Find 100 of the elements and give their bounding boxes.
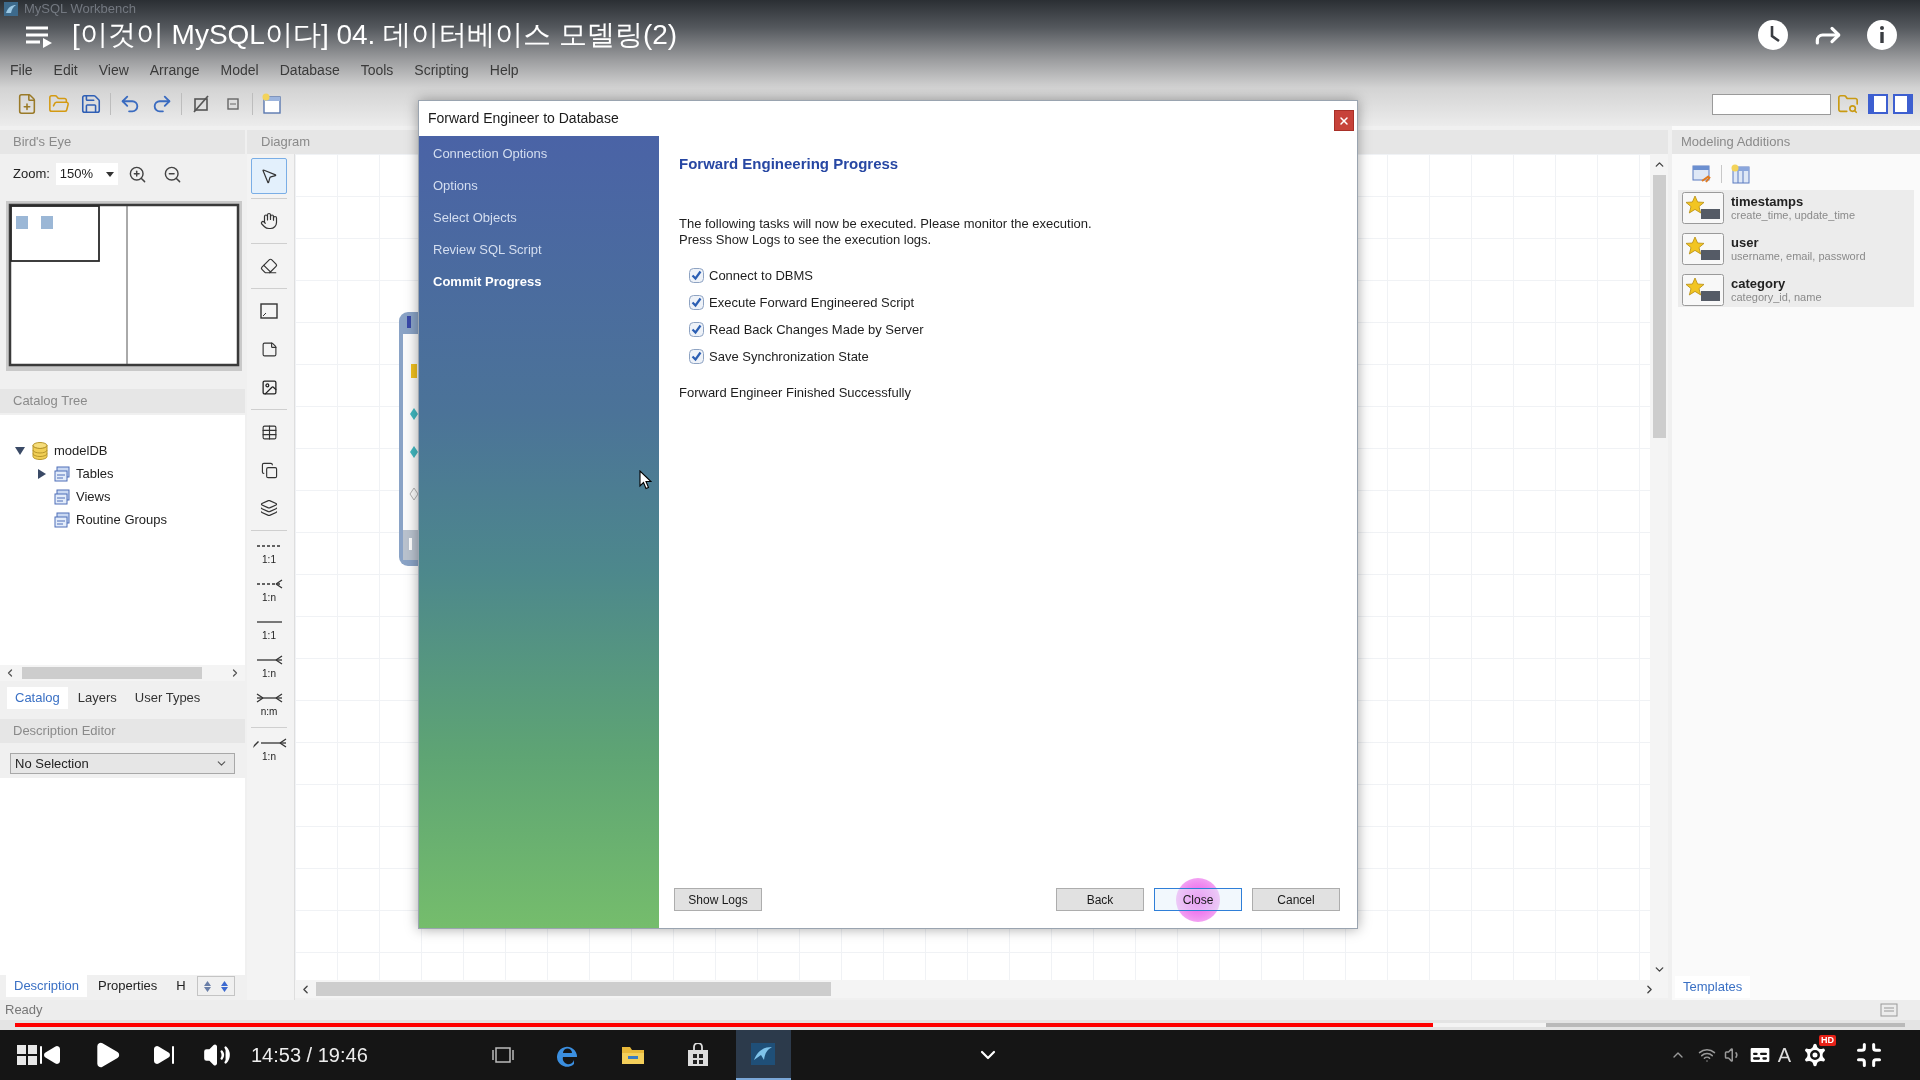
tab[interactable]: H <box>168 975 194 997</box>
dialog-button[interactable]: Back <box>1056 888 1144 911</box>
tab[interactable]: User Types <box>126 687 209 709</box>
wizard-step: Options <box>433 176 478 196</box>
dialog-button[interactable]: Cancel <box>1252 888 1340 911</box>
close-icon <box>1338 114 1350 127</box>
redo-icon[interactable] <box>151 93 173 115</box>
tab[interactable]: Templates <box>1675 976 1751 998</box>
sticky-note-icon <box>260 340 278 358</box>
snippet-name[interactable]: user <box>1731 234 1866 250</box>
hand-icon <box>260 212 278 230</box>
menu-item[interactable]: Tools <box>360 59 394 81</box>
star-tile-icon <box>1682 232 1724 265</box>
scrollbar-thumb[interactable] <box>316 982 831 996</box>
menu-item[interactable]: Arrange <box>149 59 200 81</box>
tree-item[interactable]: modelDB <box>54 440 108 461</box>
input-method-indicator[interactable]: A <box>1777 1040 1791 1070</box>
next-icon[interactable] <box>152 1043 176 1067</box>
vertical-scrollbar[interactable] <box>1650 154 1668 980</box>
selection-dropdown[interactable]: No Selection <box>10 753 235 774</box>
task-label: Connect to DBMS <box>709 266 814 285</box>
menu-item[interactable]: Help <box>489 59 519 81</box>
video-title: [이것이 MySQL이다] 04. 데이터베이스 모델링(2) <box>72 18 678 52</box>
task-label: Execute Forward Engineered Script <box>709 293 915 312</box>
eraser-icon <box>260 257 278 275</box>
collapse-arrow-icon[interactable] <box>15 446 25 455</box>
zoom-dropdown[interactable]: 150% <box>55 163 118 185</box>
minimap-drawing[interactable] <box>6 201 242 371</box>
right-panel-toggle-icon[interactable] <box>1893 94 1913 114</box>
new-diagram-icon[interactable] <box>261 93 283 115</box>
panel-title: Catalog Tree <box>0 389 245 413</box>
relationship-tool-button[interactable]: 1:1 <box>251 535 287 571</box>
relationship-tool-button[interactable]: 1:1 <box>251 611 287 647</box>
layers-icon <box>260 499 278 517</box>
app-icon <box>750 1042 777 1066</box>
folder-icon <box>621 1044 646 1066</box>
table-icon <box>260 423 278 441</box>
zoom-in-icon[interactable] <box>127 164 147 184</box>
tab[interactable]: Layers <box>69 687 125 709</box>
menu-item[interactable]: Edit <box>53 59 78 81</box>
dialog-button[interactable]: Show Logs <box>674 888 762 911</box>
database-icon <box>32 441 48 460</box>
snippet-name[interactable]: timestamps <box>1731 193 1856 209</box>
wizard-step: Commit Progress <box>433 272 542 292</box>
close-button[interactable] <box>1334 110 1354 131</box>
menu-item[interactable]: File <box>10 59 33 81</box>
info-icon[interactable] <box>1866 19 1898 51</box>
undo-icon[interactable] <box>119 93 141 115</box>
menu-item[interactable]: View <box>98 59 129 81</box>
windows-logo-icon[interactable] <box>17 1045 37 1065</box>
dialog-button[interactable]: Close <box>1154 888 1242 911</box>
tab[interactable]: Properties <box>90 975 166 997</box>
save-icon[interactable] <box>80 93 102 115</box>
expand-arrow-icon[interactable] <box>38 468 46 479</box>
menu-item[interactable]: Model <box>220 59 259 81</box>
folder-icon <box>54 488 70 505</box>
scrollbar-thumb[interactable] <box>22 667 202 679</box>
tree-item[interactable]: Routine Groups <box>76 509 168 530</box>
menu-item[interactable]: Scripting <box>414 59 469 81</box>
video-progress-track[interactable] <box>15 1023 1905 1027</box>
relationship-tool-button[interactable]: n:m <box>251 687 287 723</box>
video-time: 14:53 / 19:46 <box>251 1043 368 1068</box>
search-field[interactable] <box>1712 93 1831 115</box>
left-panel-toggle-icon[interactable] <box>1868 94 1888 114</box>
caret-icon <box>105 171 114 177</box>
relationship-tool-button[interactable]: 1:n <box>251 573 287 609</box>
tree-item[interactable]: Views <box>76 486 111 507</box>
relationship-tool-button[interactable]: 1:n <box>251 649 287 685</box>
exit-fullscreen-icon[interactable] <box>1855 1041 1883 1069</box>
wizard-step: Select Objects <box>433 208 517 228</box>
snippet-name[interactable]: category <box>1731 275 1822 291</box>
relationship-tool-button[interactable]: 1:n <box>251 732 287 768</box>
zoom-out-icon[interactable] <box>162 164 182 184</box>
tab-scroll-control[interactable] <box>196 976 235 996</box>
scrollbar-thumb[interactable] <box>1652 175 1666 438</box>
table-node-drawing[interactable] <box>399 312 418 566</box>
horizontal-scrollbar[interactable] <box>0 665 245 681</box>
window-title: MySQL Workbench <box>24 1 136 17</box>
result-text: Forward Engineer Finished Successfully <box>679 384 911 402</box>
tool-button[interactable] <box>251 158 287 194</box>
previous-icon[interactable] <box>38 1043 62 1067</box>
snippet-columns: username, email, password <box>1731 249 1866 263</box>
folder-icon <box>54 511 70 528</box>
pencil-icon <box>251 739 259 749</box>
clock-icon[interactable] <box>1757 19 1789 51</box>
task-label: Read Back Changes Made by Server <box>709 320 924 339</box>
tab[interactable]: Catalog <box>7 687 68 709</box>
new-file-icon[interactable] <box>16 93 38 115</box>
tree-item[interactable]: Tables <box>76 463 114 484</box>
snippet-columns: create_time, update_time <box>1731 208 1856 222</box>
slashed-square-icon[interactable] <box>190 93 212 115</box>
tab[interactable]: Description <box>6 975 88 997</box>
horizontal-scrollbar[interactable] <box>295 980 1668 998</box>
table-link-icon[interactable] <box>1692 164 1712 184</box>
wizard-step: Review SQL Script <box>433 240 542 260</box>
description-field[interactable] <box>0 778 245 975</box>
click-highlight-icon <box>1176 878 1220 922</box>
zoom-label: Zoom: <box>13 165 50 184</box>
network-icon[interactable] <box>1697 1046 1716 1064</box>
menu-item[interactable]: Database <box>279 59 340 81</box>
